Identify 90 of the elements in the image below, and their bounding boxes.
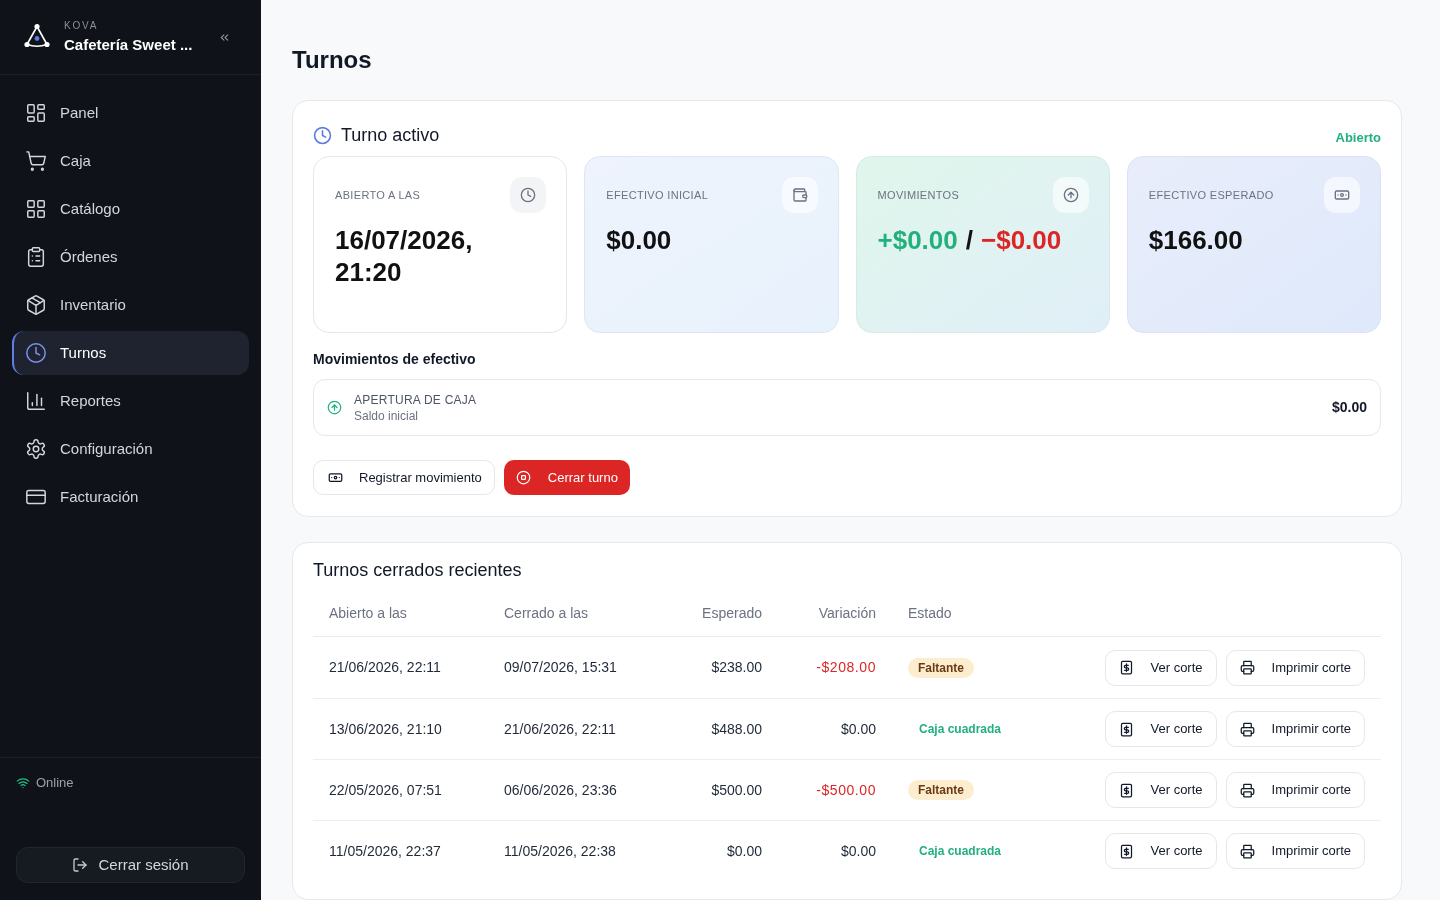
column-header: Variación — [817, 604, 877, 623]
view-button[interactable]: Ver corte — [1104, 649, 1217, 686]
clock-icon — [313, 125, 332, 145]
printer-icon — [1239, 843, 1255, 859]
subsection-title: Movimientos de efectivo — [313, 350, 477, 369]
view-button[interactable]: Ver corte — [1104, 772, 1217, 808]
stat-label: ABIERTO A LAS — [334, 187, 421, 203]
status-label: Caja cuadrada — [918, 843, 1003, 860]
brand-name: KOVA — [64, 20, 100, 32]
table-cell-text: $500.00 — [710, 780, 763, 800]
column-header: Estado — [907, 604, 953, 623]
column-header: Esperado — [701, 604, 763, 623]
nav-item[interactable]: Caja — [12, 139, 249, 183]
view-button[interactable]: Ver corte — [1104, 711, 1217, 747]
shift-status: Abierto — [1335, 129, 1381, 148]
table-cell-text: 11/05/2026, 22:38 — [503, 841, 617, 861]
print-button[interactable]: Imprimir corte — [1225, 772, 1365, 808]
clock-icon — [25, 342, 47, 364]
nav-item[interactable]: Configuración — [12, 427, 249, 471]
printer-icon — [1239, 660, 1255, 675]
stat-label: MOVIMIENTOS — [876, 187, 960, 203]
table-cell-text: 21/06/2026, 22:11 — [328, 658, 442, 677]
printer-icon — [1239, 782, 1255, 798]
table-cell-text: -$500.00 — [815, 780, 877, 800]
connection-status: Online — [36, 774, 74, 793]
logout-button[interactable]: Cerrar sesión — [16, 847, 245, 883]
stat-value: $166.00 — [1147, 224, 1244, 256]
dollar-document-icon — [1118, 843, 1134, 859]
wallet-icon — [781, 177, 818, 213]
nav-item[interactable]: Turnos — [12, 331, 249, 375]
nav-item[interactable]: Reportes — [12, 379, 249, 423]
table-cell-text: $488.00 — [710, 719, 763, 739]
banknote-icon — [1324, 177, 1360, 213]
print-button[interactable]: Imprimir corte — [1225, 649, 1365, 686]
dollar-document-icon — [1118, 782, 1134, 798]
nav-item[interactable]: Inventario — [12, 283, 249, 327]
stat-label: EFECTIVO INICIAL — [605, 187, 709, 203]
settings-icon — [25, 438, 47, 460]
table-cell-text: -$208.00 — [815, 658, 877, 677]
status-badge: Faltante — [908, 657, 974, 678]
expense-amount: −$0.00 — [981, 224, 1062, 256]
dollar-document-icon — [1118, 660, 1134, 675]
table-cell-text: $0.00 — [839, 841, 877, 861]
table-cell-text: 13/06/2026, 21:10 — [328, 719, 443, 739]
bar-chart-icon — [25, 390, 47, 412]
table-cell-text: $0.00 — [839, 719, 877, 739]
banknote-icon — [328, 470, 343, 485]
table-cell-text: 06/06/2026, 23:36 — [503, 780, 618, 800]
table-cell-text: 21/06/2026, 22:11 — [503, 719, 617, 739]
workspace-name: Cafetería Sweet ... — [64, 36, 194, 54]
status-badge: Faltante — [908, 780, 974, 800]
movement-amount: $0.00 — [1331, 398, 1367, 417]
movement-subtitle: Saldo inicial — [354, 407, 420, 424]
section-title: Turno activo — [341, 123, 440, 147]
stat-value: $0.00 — [605, 224, 673, 256]
register-movement-button[interactable]: Registrar movimiento — [313, 460, 495, 495]
table-cell-text: $0.00 — [725, 841, 763, 861]
section-title: Turnos cerrados recientes — [313, 558, 523, 582]
column-header: Cerrado a las — [503, 604, 590, 623]
printer-icon — [1239, 721, 1255, 737]
dashboard-icon — [25, 102, 47, 124]
movement-title: APERTURA DE CAJA — [354, 391, 478, 408]
income-amount: +$0.00 — [877, 224, 958, 256]
print-button[interactable]: Imprimir corte — [1225, 711, 1365, 747]
print-button[interactable]: Imprimir corte — [1225, 833, 1365, 869]
stop-circle-icon — [515, 470, 531, 485]
table-cell-text: 22/05/2026, 07:51 — [328, 780, 443, 800]
clock-icon — [510, 177, 547, 213]
status-label: Caja cuadrada — [918, 721, 1003, 738]
stat-label: EFECTIVO ESPERADO — [1147, 187, 1274, 203]
grid-icon — [25, 198, 47, 220]
logout-icon — [72, 857, 89, 873]
arrow-up-circle-icon — [327, 400, 342, 415]
value-separator: / — [965, 224, 973, 256]
dollar-document-icon — [1118, 721, 1134, 737]
cart-icon — [25, 150, 47, 172]
nav-item[interactable]: Panel — [12, 91, 249, 135]
nav-item[interactable]: Órdenes — [12, 235, 249, 279]
page-title: Turnos — [292, 45, 373, 75]
box-icon — [25, 294, 47, 316]
table-cell-text: 09/07/2026, 15:31 — [503, 658, 618, 677]
close-shift-button[interactable]: Cerrar turno — [503, 460, 630, 495]
stat-value: 16/07/2026, 21:20 — [334, 224, 474, 288]
clipboard-icon — [25, 246, 47, 268]
table-cell-text: 11/05/2026, 22:37 — [328, 841, 442, 861]
column-header: Abierto a las — [328, 604, 408, 623]
nav-item[interactable]: Catálogo — [12, 187, 249, 231]
table-cell-text: $238.00 — [710, 658, 763, 677]
nav-item[interactable]: Facturación — [12, 475, 249, 519]
view-button[interactable]: Ver corte — [1104, 833, 1217, 869]
